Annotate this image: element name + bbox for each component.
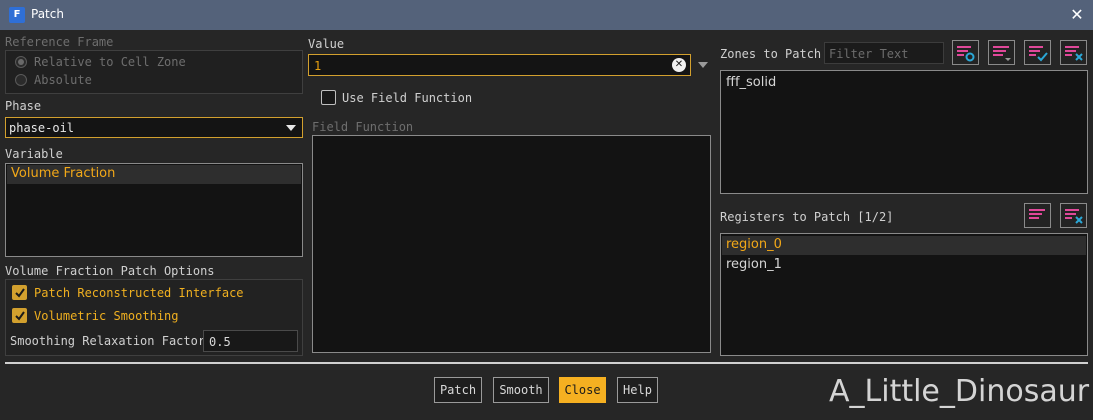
zones-list[interactable]: fff_solid [720, 70, 1088, 194]
use-field-function-label: Use Field Function [342, 91, 473, 105]
value-input[interactable]: 1 ✕ [308, 54, 691, 76]
field-function-label: Field Function [312, 120, 414, 134]
registers-item-region-0[interactable]: region_0 [722, 236, 1086, 255]
radio-relative-to-cell-zone[interactable] [15, 56, 27, 68]
list-clear-icon [1065, 209, 1083, 224]
zones-filter-options-button[interactable] [952, 40, 979, 65]
list-check-icon [1029, 46, 1048, 62]
window-title: Patch [31, 7, 64, 21]
relaxation-factor-input[interactable]: 0.5 [203, 330, 298, 352]
title-bar [0, 0, 1093, 30]
value-dropdown-icon[interactable] [698, 62, 708, 68]
check-icon [15, 288, 25, 298]
check-icon [15, 311, 25, 321]
value-label: Value [308, 37, 345, 51]
relaxation-factor-label: Smoothing Relaxation Factor [10, 334, 206, 348]
reference-frame-label: Reference Frame [5, 35, 114, 49]
patch-button[interactable]: Patch [434, 377, 482, 403]
zones-label: Zones to Patch [720, 47, 822, 61]
field-function-area[interactable] [312, 135, 711, 353]
watermark-text: A_Little_Dinosaur [829, 374, 1090, 409]
relaxation-factor-value: 0.5 [209, 335, 231, 349]
patch-reconstructed-checkbox[interactable] [12, 285, 27, 300]
help-button[interactable]: Help [617, 377, 658, 403]
patch-reconstructed-label: Patch Reconstructed Interface [34, 286, 244, 300]
registers-deselect-all-button[interactable] [1060, 203, 1087, 228]
radio-absolute[interactable] [15, 74, 27, 86]
use-field-function-checkbox[interactable] [321, 90, 336, 105]
volumetric-smoothing-label: Volumetric Smoothing [34, 309, 179, 323]
list-search-icon [957, 46, 975, 62]
zones-select-menu-button[interactable] [988, 40, 1015, 65]
radio-absolute-label: Absolute [34, 73, 92, 87]
zones-item-fff-solid[interactable]: fff_solid [722, 73, 1086, 93]
phase-dropdown[interactable]: phase-oil [5, 117, 303, 138]
variable-item-volume-fraction[interactable]: Volume Fraction [7, 165, 301, 184]
window-close-icon[interactable]: ✕ [1068, 5, 1086, 25]
phase-label: Phase [5, 99, 42, 113]
list-icon [1029, 209, 1045, 219]
clear-icon[interactable]: ✕ [672, 58, 686, 72]
smooth-button[interactable]: Smooth [493, 377, 549, 403]
chevron-down-icon [286, 125, 296, 131]
close-button[interactable]: Close [559, 377, 606, 403]
volumetric-smoothing-checkbox[interactable] [12, 308, 27, 323]
list-dropdown-icon [993, 46, 1011, 61]
app-icon: F [9, 7, 25, 23]
phase-dropdown-value: phase-oil [9, 121, 75, 135]
vf-options-label: Volume Fraction Patch Options [5, 264, 215, 278]
registers-list[interactable]: region_0 region_1 [720, 233, 1088, 356]
registers-item-region-1[interactable]: region_1 [722, 255, 1086, 275]
variable-label: Variable [5, 147, 63, 161]
registers-label: Registers to Patch [1/2] [720, 210, 894, 224]
variable-list[interactable]: Volume Fraction [5, 163, 303, 257]
footer-divider [5, 362, 1088, 364]
registers-select-all-button[interactable] [1024, 203, 1051, 228]
zones-deselect-all-button[interactable] [1060, 40, 1087, 65]
list-clear-icon [1065, 46, 1083, 61]
value-input-text: 1 [314, 59, 322, 73]
zones-filter-placeholder: Filter Text [829, 47, 909, 61]
radio-relative-label: Relative to Cell Zone [34, 55, 186, 69]
zones-select-all-button[interactable] [1024, 40, 1051, 65]
zones-filter-input[interactable]: Filter Text [824, 42, 944, 64]
